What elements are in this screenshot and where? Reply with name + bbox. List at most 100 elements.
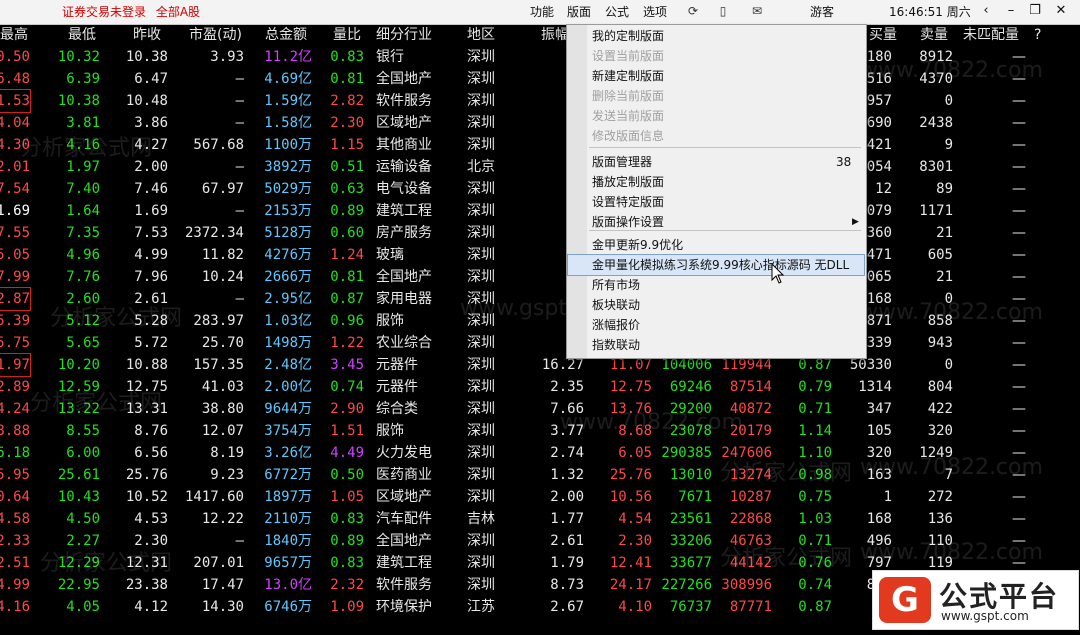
cell-reg: 深圳 — [467, 203, 495, 219]
login-status[interactable]: 证券交易未登录 全部A股 — [62, 3, 206, 20]
menu-function[interactable]: 功能 — [530, 3, 554, 20]
table-row[interactable]: 7.997.767.9610.242666万0.81全国地产深圳206521— — [0, 266, 1080, 288]
cell-high: 5.05 — [0, 247, 30, 263]
menu-item[interactable]: 所有市场 — [568, 275, 864, 295]
table-row[interactable]: 1.691.641.69—2153万0.89建筑工程深圳20791171— — [0, 200, 1080, 222]
phone-icon[interactable]: ▯ — [716, 4, 730, 18]
col-buy-volume[interactable]: 买量 — [869, 24, 897, 46]
cell-low: 12.59 — [57, 379, 100, 395]
menu-item[interactable]: 金甲量化模拟练习系统9.99核心指标源码 无DLL — [567, 254, 865, 276]
restore-icon[interactable]: ❐ — [1024, 1, 1046, 21]
table-row[interactable]: 7.547.407.4667.975029万0.63电气设备深圳11289— — [0, 178, 1080, 200]
table-row[interactable]: 5.755.655.7225.701498万1.22农业综合深圳1339943— — [0, 332, 1080, 354]
cell-pe: 12.07 — [201, 423, 244, 439]
menu-item[interactable]: 我的定制版面 — [568, 26, 864, 46]
col-help[interactable]: ? — [1034, 24, 1041, 46]
menu-item[interactable]: 板块联动 — [568, 295, 864, 315]
cell-pe: 10.24 — [201, 269, 244, 285]
table-row[interactable]: 2.33 2.27 2.30 — 1840万 0.89 全国地产 深圳 2.61 2.30 3320… — [0, 530, 1080, 552]
cell-amp: 1.77 — [550, 511, 584, 527]
table-row[interactable]: 2.011.972.00—3892万0.51运输设备北京20548301— — [0, 156, 1080, 178]
col-high[interactable]: 最高 — [0, 24, 28, 46]
cell-pe: — — [235, 115, 244, 131]
menu-options[interactable]: 选项 — [643, 3, 667, 20]
cell-c12: 1.14 — [798, 423, 832, 439]
table-row[interactable]: 25.95 25.61 25.76 9.23 6772万 0.50 医药商业 深圳 1.32 25… — [0, 464, 1080, 486]
cell-amt: 1.59亿 — [264, 93, 312, 109]
menu-item[interactable]: 指数联动 — [568, 335, 864, 355]
menu-item[interactable]: 金甲更新9.9优化 — [568, 235, 864, 255]
col-low[interactable]: 最低 — [68, 24, 96, 46]
cell-pe: 9.23 — [210, 467, 244, 483]
menu-formula[interactable]: 公式 — [605, 3, 629, 20]
col-sell-volume[interactable]: 卖量 — [920, 24, 948, 46]
cell-prev: 7.96 — [134, 269, 168, 285]
mail-icon[interactable]: ✉ — [750, 4, 764, 18]
cell-sell: 804 — [927, 379, 953, 395]
cell-um: — — [1012, 291, 1026, 307]
cell-sell: 4370 — [919, 71, 953, 87]
col-prev-close[interactable]: 昨收 — [133, 24, 161, 46]
col-volume-ratio[interactable]: 量比 — [333, 24, 361, 46]
cell-amt: 1897万 — [264, 489, 312, 505]
cell-c10: 33206 — [669, 533, 712, 549]
cell-vr: 2.30 — [330, 115, 364, 131]
menu-item[interactable]: 设置特定版面 — [568, 192, 864, 212]
cell-reg: 江苏 — [467, 599, 495, 615]
col-amount[interactable]: 总金额 — [265, 24, 307, 46]
col-region[interactable]: 地区 — [467, 24, 495, 46]
cell-pe: 17.47 — [201, 577, 244, 593]
table-row[interactable]: 4.043.813.86—1.58亿2.30区域地产深圳56902438— — [0, 112, 1080, 134]
col-unmatched[interactable]: 未匹配量 — [963, 24, 1019, 46]
table-row[interactable]: 14.24 13.22 13.31 38.80 9644万 2.90 综合类 深圳 7.66 13… — [0, 398, 1080, 420]
table-row[interactable]: 2.872.602.61—2.95亿0.87家用电器深圳11680— — [0, 287, 1080, 311]
table-row[interactable]: 11.9710.2010.88157.352.48亿3.45元器件深圳16.27… — [0, 353, 1080, 377]
table-row[interactable]: 12.89 12.59 12.75 41.03 2.00亿 0.74 元器件 深圳 2.35 12… — [0, 376, 1080, 398]
table-row[interactable]: 10.5010.3210.383.9311.2亿0.83银行深圳11808912… — [0, 46, 1080, 68]
back-icon[interactable]: ‹ — [975, 1, 997, 21]
col-industry[interactable]: 细分行业 — [376, 24, 432, 46]
menu-item[interactable]: 版面操作设置 ▶ — [568, 212, 864, 232]
table-row[interactable]: 5.395.125.28283.971.03亿0.96服饰深圳5871858— — [0, 310, 1080, 332]
table-row[interactable]: 4.58 4.50 4.53 12.22 2110万 0.83 汽车配件 吉林 1.77 4.54… — [0, 508, 1080, 530]
table-row[interactable]: 11.5310.3810.48—1.59亿2.82软件服务深圳109570— — [0, 89, 1080, 113]
cell-c11: 308996 — [721, 577, 772, 593]
menu-item[interactable]: 版面管理器 38 — [568, 152, 864, 172]
menu-item[interactable]: 涨幅报价 — [568, 315, 864, 335]
cell-high: 14.24 — [0, 401, 30, 417]
menu-item[interactable]: 新建定制版面 — [568, 66, 864, 86]
col-pe[interactable]: 市盈(动) — [189, 24, 242, 46]
cell-c10: 29200 — [669, 401, 712, 417]
menu-item: 删除当前版面 — [568, 86, 864, 106]
trade-login-status[interactable]: 证券交易未登录 — [62, 5, 146, 19]
cell-ind: 建筑工程 — [376, 203, 432, 219]
cell-sell: 8301 — [919, 159, 953, 175]
table-row[interactable]: 8.88 8.55 8.76 12.07 3754万 1.51 服饰 深圳 3.77 8.68 23… — [0, 420, 1080, 442]
cell-amp: 3.77 — [550, 423, 584, 439]
cell-amp: 8.73 — [550, 577, 584, 593]
table-row[interactable]: 4.304.164.27567.681100万1.15其他商业深圳34219— — [0, 134, 1080, 156]
cell-buy: 168 — [866, 511, 892, 527]
cell-amt: 5128万 — [264, 225, 312, 241]
col-amplitude[interactable]: 振幅 — [541, 24, 569, 46]
cell-sell: 89 — [936, 181, 953, 197]
table-row[interactable]: 6.486.396.47—4.69亿0.81全国地产深圳15164370— — [0, 68, 1080, 90]
close-icon[interactable]: ✕ — [1050, 1, 1072, 21]
table-row[interactable]: 6.18 6.00 6.56 8.19 3.26亿 4.49 火力发电 深圳 2.74 6.05 2… — [0, 442, 1080, 464]
menu-layout[interactable]: 版面 — [567, 3, 591, 20]
table-row[interactable]: 7.557.357.532372.345128万0.60房产服务深圳236021… — [0, 222, 1080, 244]
cell-c10: 76737 — [669, 599, 712, 615]
table-row[interactable]: 5.054.964.9911.824276万1.24玻璃深圳1471605— — [0, 244, 1080, 266]
cell-c9: 12.41 — [609, 555, 652, 571]
cell-c9: 4.54 — [618, 511, 652, 527]
cell-prev: 4.27 — [134, 137, 168, 153]
minimize-icon[interactable]: – — [1000, 1, 1022, 21]
cell-prev: 4.99 — [134, 247, 168, 263]
refresh-icon[interactable]: ⟳ — [686, 4, 700, 18]
user-guest[interactable]: 游客 — [810, 3, 834, 20]
table-row[interactable]: 10.64 10.43 10.52 1417.60 1897万 1.05 区域地产 深圳 2.0… — [0, 486, 1080, 508]
cell-ind: 软件服务 — [376, 577, 432, 593]
cell-um: — — [1012, 49, 1026, 65]
menu-item[interactable]: 播放定制版面 — [568, 172, 864, 192]
market-filter[interactable]: 全部A股 — [156, 5, 200, 19]
